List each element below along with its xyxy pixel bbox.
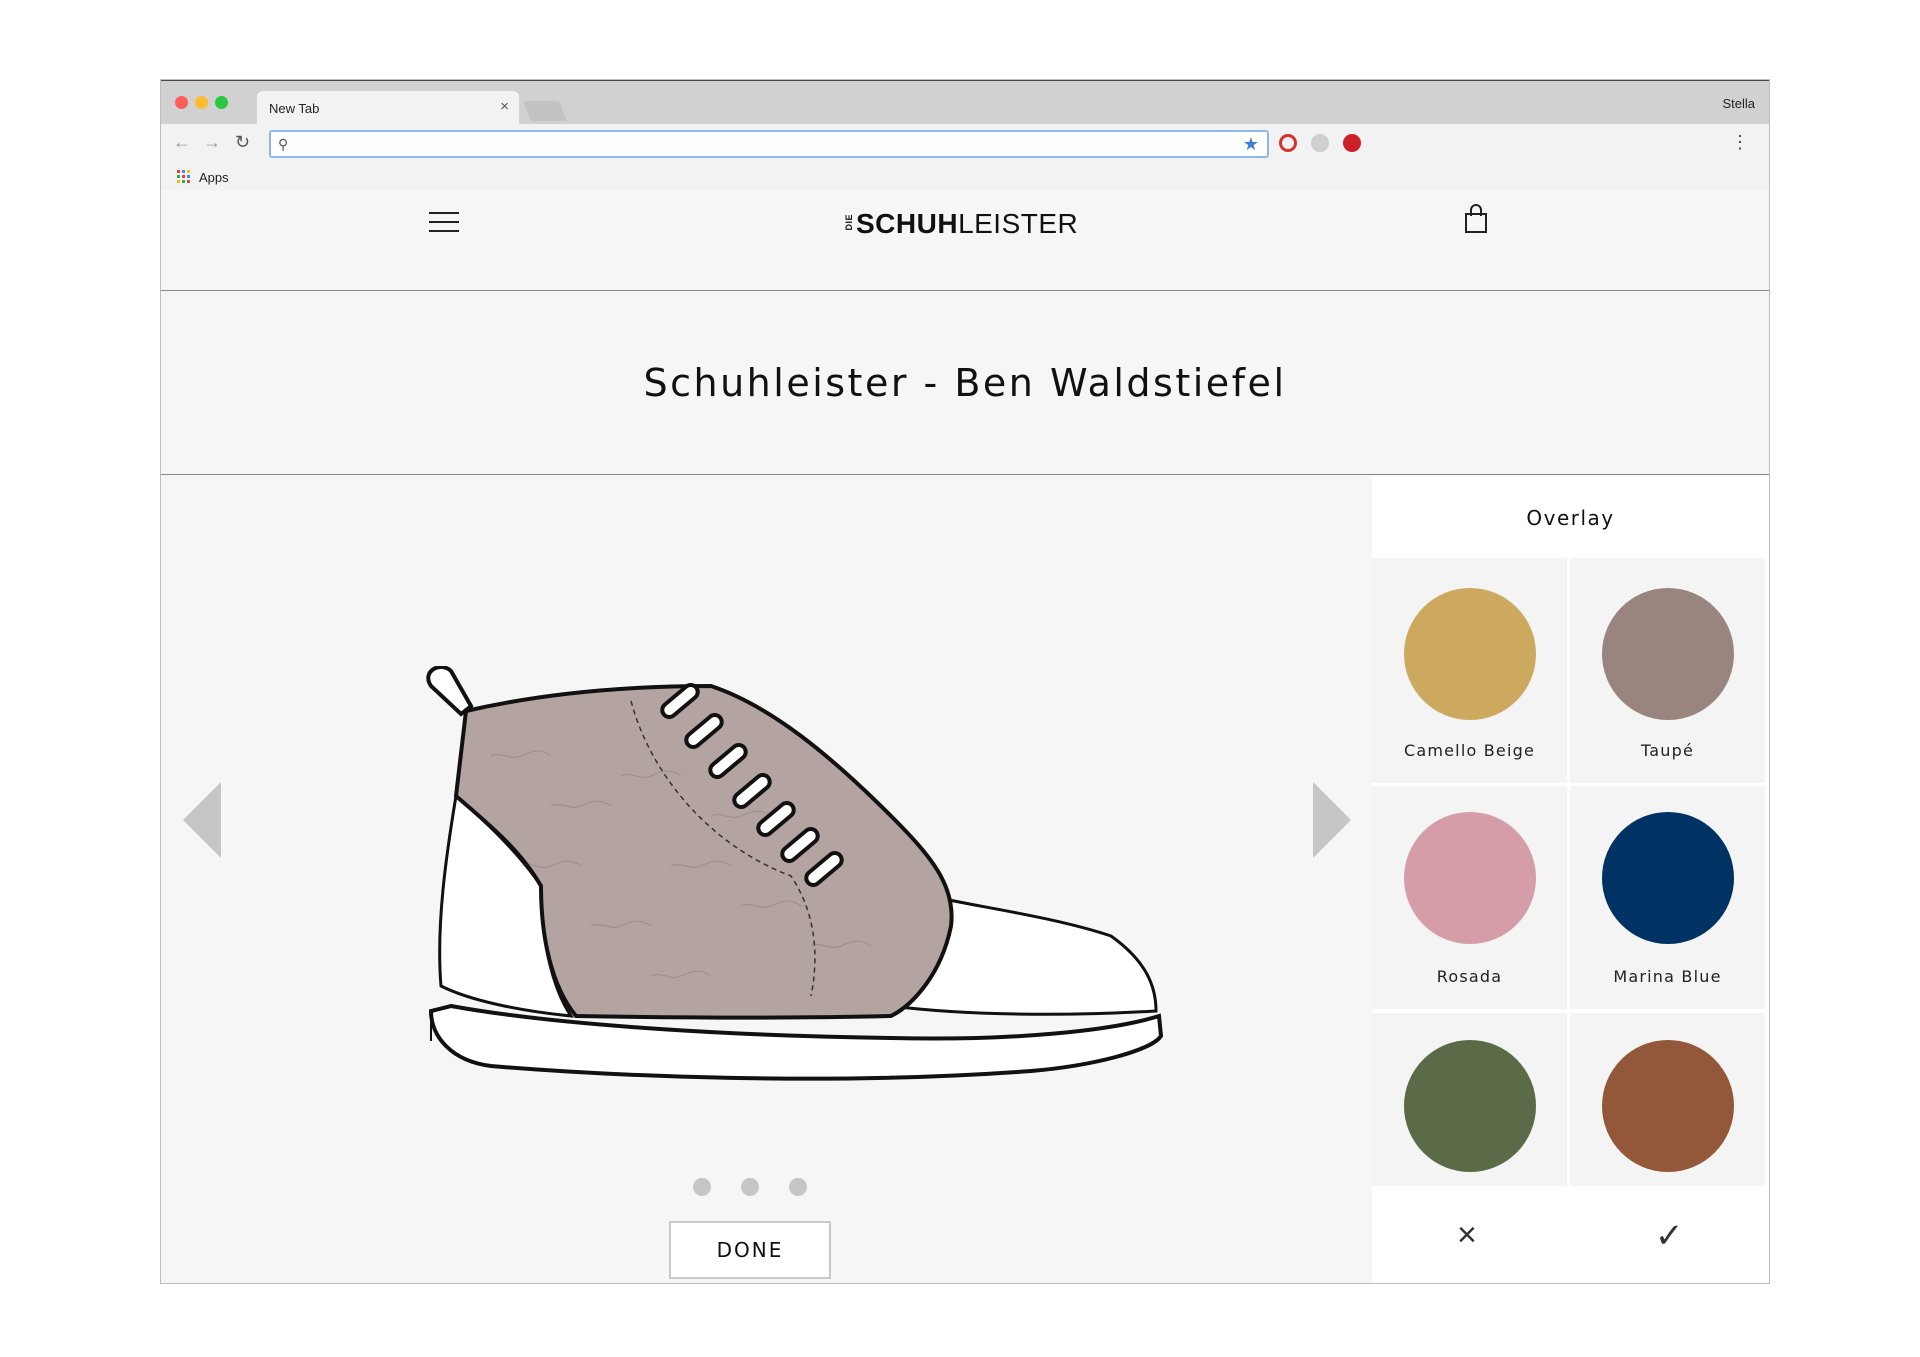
swatch-label: Rosada: [1436, 967, 1503, 986]
product-stage: DONE: [161, 476, 1372, 1283]
profile-name[interactable]: Stella: [1722, 96, 1755, 111]
opera-extension-icon[interactable]: [1279, 134, 1297, 152]
swatch-rosada[interactable]: Rosada: [1372, 786, 1567, 1009]
address-bar[interactable]: ⚲ ★: [269, 130, 1269, 158]
browser-tab[interactable]: New Tab ×: [257, 91, 519, 125]
shoe-illustration: [426, 666, 1164, 1081]
browser-toolbar: ← → ↻ ⚲ ★ ⋮: [161, 124, 1769, 162]
carousel-dot-2[interactable]: [741, 1178, 759, 1196]
back-arrow-icon[interactable]: ←: [173, 133, 191, 151]
site-header: DIESCHUHLEISTER: [161, 190, 1769, 291]
browser-menu-icon[interactable]: ⋮: [1731, 132, 1749, 153]
next-slide-arrow-icon[interactable]: [1311, 782, 1351, 858]
product-title-section: Schuhleister - Ben Waldstiefel: [161, 291, 1769, 475]
hamburger-menu-icon[interactable]: [429, 212, 459, 234]
swatch-taupe[interactable]: Taupé: [1570, 558, 1765, 783]
apps-grid-icon: [177, 170, 191, 184]
overlay-panel-title: Overlay: [1526, 506, 1615, 530]
swatch-circle: [1404, 812, 1536, 944]
reload-icon[interactable]: ↻: [235, 133, 250, 151]
tab-title: New Tab: [269, 101, 320, 116]
previous-slide-arrow-icon[interactable]: [183, 782, 223, 858]
swatch-circle: [1602, 588, 1734, 720]
swatch-camello-beige[interactable]: Camello Beige: [1372, 558, 1567, 783]
swatch-marina-blue[interactable]: Marina Blue: [1570, 786, 1765, 1009]
swatch-label: Marina Blue: [1613, 967, 1722, 986]
tab-close-icon[interactable]: ×: [500, 98, 509, 115]
minimize-window-button[interactable]: [195, 96, 208, 109]
swatch-circle: [1602, 1040, 1734, 1172]
overlay-color-panel: Overlay Camello Beige Taupé Rosada Marin…: [1372, 476, 1769, 1283]
maximize-window-button[interactable]: [215, 96, 228, 109]
pinterest-extension-icon[interactable]: [1343, 134, 1361, 152]
swatch-rust-brown[interactable]: [1570, 1013, 1765, 1186]
new-tab-button[interactable]: [523, 101, 567, 121]
cancel-close-icon[interactable]: ×: [1457, 1216, 1477, 1255]
bookmark-star-icon[interactable]: ★: [1243, 134, 1259, 155]
swatch-label: Taupé: [1640, 741, 1695, 760]
google-plus-extension-icon[interactable]: [1311, 134, 1329, 152]
swatch-circle: [1404, 588, 1536, 720]
done-button[interactable]: DONE: [669, 1221, 831, 1279]
swatch-label: Camello Beige: [1403, 741, 1536, 760]
swatch-circle: [1602, 812, 1734, 944]
site-logo[interactable]: DIESCHUHLEISTER: [844, 208, 1078, 240]
carousel-dot-3[interactable]: [789, 1178, 807, 1196]
confirm-check-icon[interactable]: ✓: [1655, 1216, 1684, 1256]
swatch-circle: [1404, 1040, 1536, 1172]
browser-window: New Tab × Stella ← → ↻ ⚲ ★ ⋮ Apps DIESCH…: [161, 80, 1769, 1283]
product-title: Schuhleister - Ben Waldstiefel: [643, 361, 1287, 405]
bookmarks-bar: Apps: [161, 162, 1769, 190]
apps-bookmark[interactable]: Apps: [199, 170, 229, 185]
carousel-dot-1[interactable]: [693, 1178, 711, 1196]
shopping-bag-icon[interactable]: [1463, 204, 1489, 234]
close-window-button[interactable]: [175, 96, 188, 109]
swatch-olive-green[interactable]: [1372, 1013, 1567, 1186]
search-icon: ⚲: [278, 136, 289, 152]
browser-titlebar: New Tab × Stella: [161, 80, 1769, 125]
forward-arrow-icon[interactable]: →: [203, 133, 221, 151]
